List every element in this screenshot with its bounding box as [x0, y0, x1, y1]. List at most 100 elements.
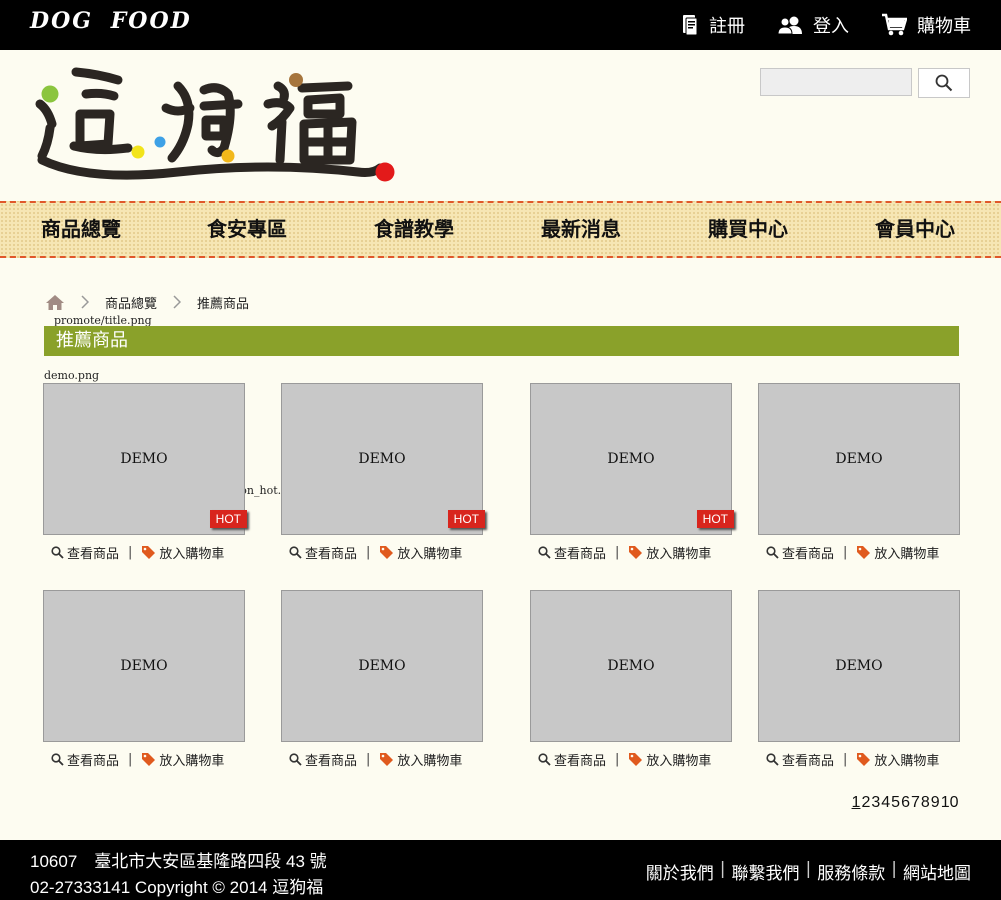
tag-icon [142, 753, 156, 766]
product-image[interactable]: DEMO [758, 383, 960, 535]
nav-food-safety[interactable]: 食安專區 [207, 203, 287, 256]
users-icon [777, 16, 802, 35]
search-input[interactable] [760, 68, 912, 96]
view-product-link[interactable]: 查看商品 [538, 750, 606, 769]
product-image[interactable]: DEMO HOT [43, 383, 247, 535]
breadcrumb-products[interactable]: 商品總覽 [105, 293, 157, 312]
site-logo[interactable] [28, 64, 398, 189]
view-product-link[interactable]: 查看商品 [538, 543, 606, 562]
product-label: DEMO [358, 658, 406, 674]
breadcrumb: 商品總覽 推薦商品 [45, 292, 249, 312]
nav-products[interactable]: 商品總覽 [41, 203, 121, 256]
magnifier-icon [538, 546, 551, 559]
product-card: DEMO HOT 查看商品 | 放入購物車 [530, 383, 734, 562]
product-label: DEMO [607, 658, 655, 674]
product-label: DEMO [607, 451, 655, 467]
nav-member[interactable]: 會員中心 [875, 203, 955, 256]
add-to-cart-link[interactable]: 放入購物車 [141, 543, 224, 562]
magnifier-icon [766, 753, 779, 766]
page-link[interactable]: 3 [871, 794, 881, 812]
product-image[interactable]: DEMO [530, 590, 732, 742]
action-separator: | [366, 545, 371, 560]
add-to-cart-link[interactable]: 放入購物車 [856, 750, 939, 769]
hot-badge: HOT [209, 510, 247, 528]
nav-purchase[interactable]: 購買中心 [708, 203, 788, 256]
product-image[interactable]: DEMO [281, 590, 483, 742]
product-image[interactable]: DEMO [758, 590, 960, 742]
add-to-cart-label: 放入購物車 [874, 754, 940, 769]
add-to-cart-link[interactable]: 放入購物車 [379, 543, 462, 562]
page-link[interactable]: 2 [861, 794, 871, 812]
home-icon[interactable] [45, 294, 65, 311]
add-to-cart-label: 放入購物車 [159, 754, 225, 769]
hot-badge: HOT [696, 510, 734, 528]
footer-link-about[interactable]: 關於我們 [646, 859, 714, 884]
page-link[interactable]: 9 [930, 794, 940, 812]
magnifier-icon [51, 753, 64, 766]
register-link[interactable]: 註冊 [681, 12, 745, 38]
magnifier-icon [766, 546, 779, 559]
view-product-link[interactable]: 查看商品 [289, 750, 357, 769]
page-link-current[interactable]: 1 [851, 794, 861, 812]
add-to-cart-label: 放入購物車 [397, 754, 463, 769]
login-label: 登入 [813, 16, 849, 37]
brand-text: DOG FOOD [30, 8, 192, 34]
footer: 10607 臺北市大安區基隆路四段 43 號 02-27333141 Copyr… [0, 840, 1001, 900]
add-to-cart-link[interactable]: 放入購物車 [141, 750, 224, 769]
add-to-cart-label: 放入購物車 [159, 547, 225, 562]
chevron-right-icon [173, 295, 182, 309]
add-to-cart-link[interactable]: 放入購物車 [856, 543, 939, 562]
nav-recipes[interactable]: 食譜教學 [374, 203, 454, 256]
view-product-link[interactable]: 查看商品 [289, 543, 357, 562]
add-to-cart-label: 放入購物車 [646, 547, 712, 562]
add-to-cart-link[interactable]: 放入購物車 [628, 750, 711, 769]
pagination: 1 2 3 4 5 6 7 8 9 10 [851, 794, 959, 812]
footer-link-separator: | [719, 859, 726, 879]
tag-icon [142, 546, 156, 559]
page-link[interactable]: 10 [940, 794, 959, 812]
cart-link[interactable]: 購物車 [881, 12, 971, 38]
page-link[interactable]: 7 [910, 794, 920, 812]
page-link[interactable]: 8 [920, 794, 930, 812]
product-card: DEMO HOT 查看商品 | 放入購物車 [43, 383, 247, 562]
product-image[interactable]: DEMO HOT [281, 383, 485, 535]
action-separator: | [843, 752, 848, 767]
footer-link-terms[interactable]: 服務條款 [817, 859, 885, 884]
section-title: 推薦商品 [44, 326, 959, 356]
product-card: DEMO 查看商品 | 放入購物車 [281, 590, 483, 769]
view-product-link[interactable]: 查看商品 [51, 750, 119, 769]
view-product-label: 查看商品 [554, 547, 607, 562]
view-product-label: 查看商品 [782, 754, 835, 769]
view-product-label: 查看商品 [67, 547, 120, 562]
search-button[interactable] [918, 68, 970, 98]
action-separator: | [615, 752, 620, 767]
view-product-link[interactable]: 查看商品 [766, 543, 834, 562]
login-link[interactable]: 登入 [777, 12, 849, 38]
view-product-link[interactable]: 查看商品 [51, 543, 119, 562]
magnifier-icon [289, 753, 302, 766]
product-card: DEMO 查看商品 | 放入購物車 [758, 383, 960, 562]
add-to-cart-label: 放入購物車 [874, 547, 940, 562]
view-product-label: 查看商品 [782, 547, 835, 562]
page-link[interactable]: 4 [881, 794, 891, 812]
view-product-label: 查看商品 [305, 547, 358, 562]
footer-link-contact[interactable]: 聯繫我們 [732, 859, 800, 884]
view-product-label: 查看商品 [305, 754, 358, 769]
add-to-cart-link[interactable]: 放入購物車 [628, 543, 711, 562]
footer-link-sitemap[interactable]: 網站地圖 [903, 859, 971, 884]
page-link[interactable]: 6 [901, 794, 911, 812]
nav-news[interactable]: 最新消息 [541, 203, 621, 256]
action-separator: | [366, 752, 371, 767]
product-image[interactable]: DEMO HOT [530, 383, 734, 535]
magnifier-icon [538, 753, 551, 766]
view-product-link[interactable]: 查看商品 [766, 750, 834, 769]
demo-image-caption: demo.png [44, 369, 100, 382]
add-to-cart-link[interactable]: 放入購物車 [379, 750, 462, 769]
product-image[interactable]: DEMO [43, 590, 245, 742]
action-separator: | [615, 545, 620, 560]
action-separator: | [843, 545, 848, 560]
footer-copyright: 02-27333141 Copyright © 2014 逗狗福 [30, 878, 324, 897]
product-card: DEMO 查看商品 | 放入購物車 [43, 590, 245, 769]
page-link[interactable]: 5 [891, 794, 901, 812]
product-label: DEMO [358, 451, 406, 467]
